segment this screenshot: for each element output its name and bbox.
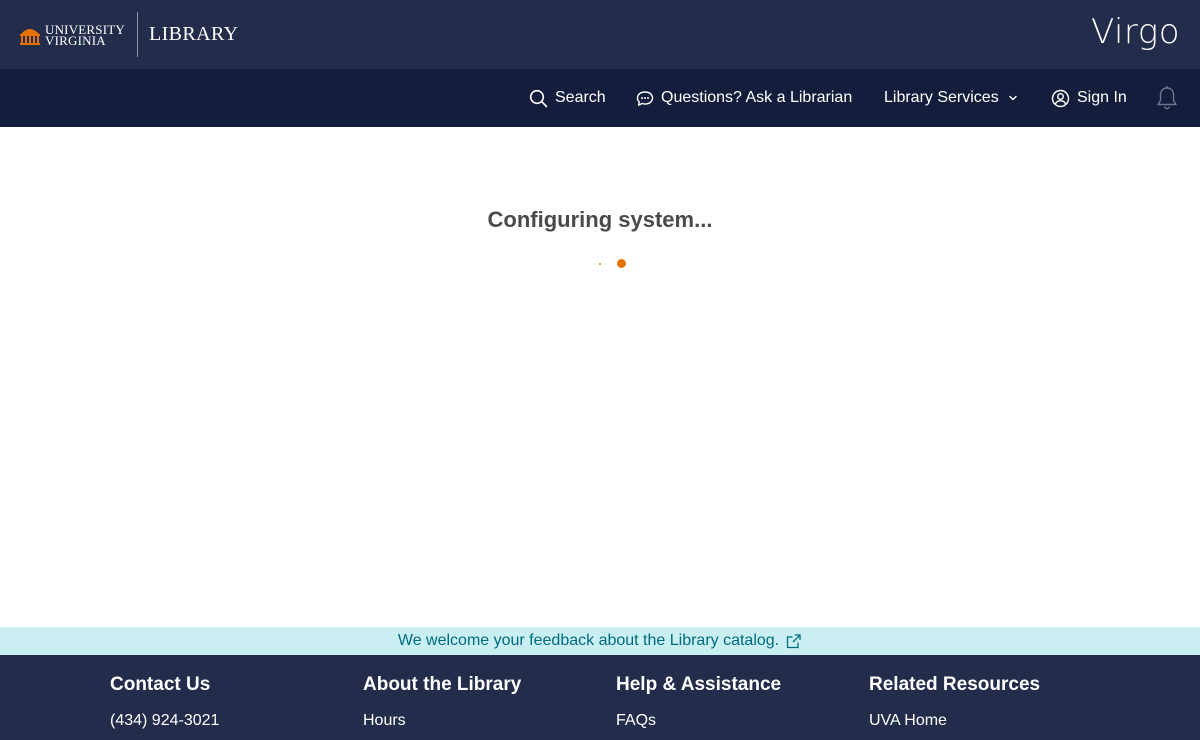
feedback-link[interactable]: We welcome your feedback about the Libra…: [398, 632, 802, 650]
footer-heading: Contact Us: [110, 674, 211, 695]
footer-link-phone[interactable]: (434) 924-3021: [110, 712, 219, 730]
loading-status-text: Configuring system...: [487, 207, 713, 232]
rotunda-icon: [20, 28, 40, 45]
footer-heading: About the Library: [363, 674, 522, 695]
nav-search[interactable]: Search: [529, 69, 606, 127]
app-title[interactable]: Virgo: [1091, 12, 1180, 52]
footer-heading: Help & Assistance: [616, 674, 782, 695]
chat-icon: [636, 90, 654, 106]
library-wordmark: LIBRARY: [149, 23, 239, 45]
nav-ask-librarian[interactable]: Questions? Ask a Librarian: [636, 69, 852, 127]
loading-panel: Configuring system...: [0, 127, 1200, 627]
notifications-button[interactable]: [1155, 69, 1186, 127]
footer-column-help: Help & Assistance FAQs: [616, 655, 781, 730]
nav-search-label: Search: [555, 89, 606, 106]
spinner-dot-large: [617, 259, 626, 268]
external-link-icon: [786, 633, 801, 648]
nav-sign-in-label: Sign In: [1077, 89, 1127, 106]
footer-link-uva-home[interactable]: UVA Home: [869, 712, 1040, 730]
footer-heading: Related Resources: [869, 674, 1041, 695]
footer-column-about: About the Library Hours: [363, 655, 521, 730]
nav-ask-label: Questions? Ask a Librarian: [661, 89, 853, 106]
university-of-virginia-wordmark: UNIVERSITY VIRGINIA: [45, 23, 125, 47]
user-circle-icon: [1051, 89, 1070, 107]
footer-link-hours[interactable]: Hours: [363, 712, 521, 730]
main-nav: Search Questions? Ask a Librarian Librar…: [0, 69, 1200, 127]
nav-services-label: Library Services: [884, 89, 999, 106]
uva-library-logo[interactable]: UNIVERSITY VIRGINIA LIBRARY: [19, 12, 238, 57]
nav-library-services[interactable]: Library Services: [884, 69, 1018, 127]
bell-icon: [1157, 86, 1177, 110]
site-footer: Contact Us (434) 924-3021 About the Libr…: [0, 655, 1200, 740]
chevron-down-icon: [1009, 95, 1017, 101]
spinner-dot-small: [599, 263, 601, 265]
masthead: UNIVERSITY VIRGINIA LIBRARY Virgo: [0, 0, 1200, 69]
feedback-link-text: We welcome your feedback about the Libra…: [397, 632, 780, 649]
footer-link-faqs[interactable]: FAQs: [616, 712, 781, 730]
footer-column-resources: Related Resources UVA Home: [869, 655, 1040, 730]
feedback-banner: We welcome your feedback about the Libra…: [0, 627, 1200, 655]
logo-divider: [137, 12, 138, 57]
footer-column-contact: Contact Us (434) 924-3021: [110, 655, 219, 730]
nav-sign-in[interactable]: Sign In: [1051, 69, 1127, 127]
search-icon: [529, 89, 548, 107]
